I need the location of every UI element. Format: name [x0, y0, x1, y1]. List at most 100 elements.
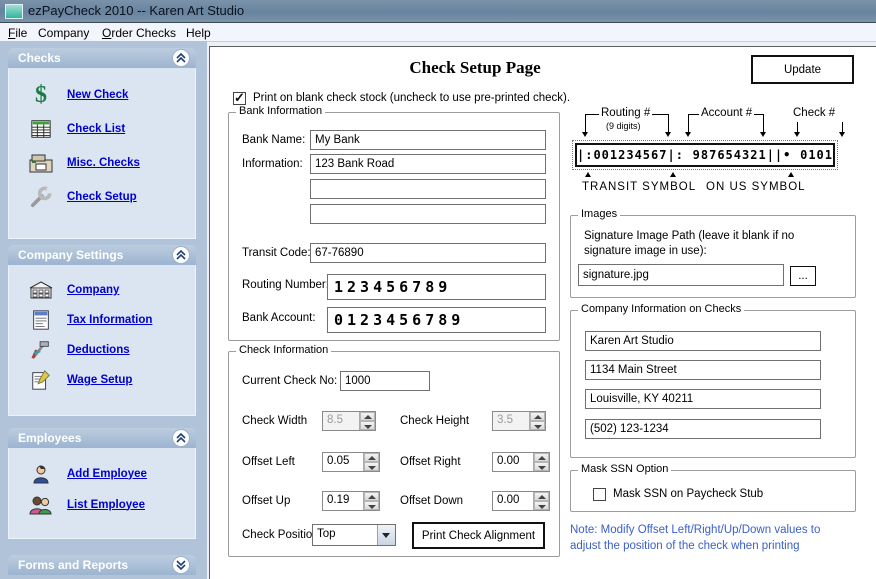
- stepper-up-icon[interactable]: [364, 492, 379, 501]
- micr-line: |:001234567|:987654321||•0101: [575, 143, 835, 167]
- stepper-up-icon[interactable]: [530, 412, 545, 421]
- company-street-input[interactable]: [585, 360, 821, 380]
- offset-right-stepper[interactable]: 0.00: [492, 452, 550, 472]
- company-phone-input[interactable]: [585, 419, 821, 439]
- offset-left-stepper[interactable]: 0.05: [322, 452, 380, 472]
- stepper-up-icon[interactable]: [534, 453, 549, 462]
- sidebar-item-misc-checks[interactable]: Misc. Checks: [9, 146, 195, 180]
- sidebar-item-check-setup[interactable]: Check Setup: [9, 180, 195, 214]
- sidebar-item-label[interactable]: Wage Setup: [67, 374, 132, 386]
- account-callout-label: Account #: [699, 107, 754, 119]
- transit-code-label: Transit Code:: [242, 247, 311, 259]
- stepper-down-icon[interactable]: [364, 462, 379, 471]
- bank-account-micr-field[interactable]: 0123456789: [327, 307, 546, 333]
- collapse-chevron-icon[interactable]: [172, 429, 190, 447]
- check-width-stepper[interactable]: 8.5: [322, 411, 376, 431]
- offset-down-stepper[interactable]: 0.00: [492, 491, 550, 511]
- tax-document-icon: [25, 307, 57, 333]
- arrow-up-icon: [788, 172, 794, 177]
- stepper-up-icon[interactable]: [360, 412, 375, 421]
- sidebar-item-label[interactable]: Deductions: [67, 344, 130, 356]
- stepper-down-icon[interactable]: [530, 421, 545, 430]
- print-blank-checkbox[interactable]: [233, 92, 246, 105]
- sidebar-item-label[interactable]: Misc. Checks: [67, 157, 140, 169]
- sidebar-item-add-employee[interactable]: Add Employee: [9, 458, 195, 489]
- browse-button[interactable]: ...: [790, 266, 816, 286]
- bank-information-input-1[interactable]: [310, 154, 546, 174]
- dropdown-arrow-icon[interactable]: [377, 525, 395, 545]
- check-position-dropdown[interactable]: Top: [312, 524, 396, 546]
- check-position-label: Check Position: [242, 529, 319, 541]
- sidebar-item-deductions[interactable]: Deductions: [9, 335, 195, 365]
- building-icon: [25, 277, 57, 303]
- sidebar-section-forms-reports: Forms and Reports: [8, 555, 196, 575]
- company-name-input[interactable]: [585, 331, 821, 351]
- arrow-down-icon: [760, 132, 766, 137]
- sidebar-item-company[interactable]: Company: [9, 275, 195, 305]
- sidebar-section-checks: Checks $ New Check Check List: [8, 48, 196, 239]
- signature-path-input[interactable]: [578, 264, 784, 286]
- stepper-down-icon[interactable]: [534, 462, 549, 471]
- signature-path-hint-line2: signature image in use):: [584, 245, 707, 257]
- print-check-alignment-button[interactable]: Print Check Alignment: [412, 522, 545, 549]
- stepper-up-icon[interactable]: [534, 492, 549, 501]
- bank-information-input-2[interactable]: [310, 179, 546, 199]
- sidebar-item-tax-information[interactable]: Tax Information: [9, 305, 195, 335]
- sidebar-item-label[interactable]: Tax Information: [67, 314, 152, 326]
- stepper-down-icon[interactable]: [534, 501, 549, 510]
- onus-symbol: ||•: [767, 148, 792, 162]
- offset-note-line1: Note: Modify Offset Left/Right/Up/Down v…: [570, 524, 820, 536]
- transit-code-input[interactable]: [310, 243, 546, 263]
- sidebar-item-label[interactable]: List Employee: [67, 499, 145, 511]
- sidebar-item-wage-setup[interactable]: Wage Setup: [9, 365, 195, 395]
- current-check-no-input[interactable]: [340, 371, 430, 391]
- sidebar-section-company-settings: Company Settings Company Tax Information: [8, 245, 196, 416]
- menu-order-checks[interactable]: Order Checks: [98, 25, 180, 41]
- section-header-employees[interactable]: Employees: [8, 428, 196, 448]
- sidebar-item-label[interactable]: Check Setup: [67, 191, 137, 203]
- offset-note-line2: adjust the position of the check when pr…: [570, 540, 800, 552]
- collapse-chevron-icon[interactable]: [172, 246, 190, 264]
- offset-up-label: Offset Up: [242, 495, 290, 507]
- signature-path-hint-line1: Signature Image Path (leave it blank if …: [584, 230, 794, 242]
- title-bar[interactable]: ezPayCheck 2010 -- Karen Art Studio: [0, 0, 876, 23]
- arrow-down-icon: [685, 132, 691, 137]
- stepper-down-icon[interactable]: [364, 501, 379, 510]
- company-city-input[interactable]: [585, 389, 821, 409]
- routing-callout-label: Routing #: [599, 107, 652, 119]
- check-width-label: Check Width: [242, 415, 307, 427]
- offset-up-stepper[interactable]: 0.19: [322, 491, 380, 511]
- menu-file[interactable]: File: [4, 25, 31, 41]
- section-body-employees: Add Employee List Employee: [8, 448, 196, 539]
- collapse-chevron-icon[interactable]: [172, 49, 190, 67]
- sidebar-item-list-employee[interactable]: List Employee: [9, 489, 195, 520]
- dollar-icon: $: [25, 82, 57, 108]
- section-header-forms-reports[interactable]: Forms and Reports: [8, 555, 196, 575]
- transit-symbol: |:: [667, 148, 683, 162]
- section-header-checks[interactable]: Checks: [8, 48, 196, 68]
- offset-right-label: Offset Right: [400, 456, 461, 468]
- menu-help[interactable]: Help: [182, 25, 215, 41]
- sidebar-item-label[interactable]: Add Employee: [67, 468, 147, 480]
- bank-name-input[interactable]: [310, 130, 546, 150]
- mask-ssn-checkbox[interactable]: [593, 488, 606, 501]
- expand-chevron-icon[interactable]: [172, 556, 190, 574]
- notepad-icon: [25, 367, 57, 393]
- stepper-up-icon[interactable]: [364, 453, 379, 462]
- routing-number-micr-field[interactable]: 123456789: [327, 274, 546, 300]
- menu-company[interactable]: Company: [34, 25, 93, 41]
- group-title: Company Information on Checks: [578, 303, 744, 315]
- bank-information-input-3[interactable]: [310, 204, 546, 224]
- stepper-value: 0.00: [493, 492, 533, 510]
- sidebar-item-label[interactable]: New Check: [67, 89, 128, 101]
- sidebar-item-check-list[interactable]: Check List: [9, 112, 195, 146]
- sidebar-item-label[interactable]: Company: [67, 284, 119, 296]
- stepper-down-icon[interactable]: [360, 421, 375, 430]
- section-header-company-settings[interactable]: Company Settings: [8, 245, 196, 265]
- check-height-stepper[interactable]: 3.5: [492, 411, 546, 431]
- sidebar-item-label[interactable]: Check List: [67, 123, 125, 135]
- update-button[interactable]: Update: [751, 55, 854, 84]
- bank-name-label: Bank Name:: [242, 134, 305, 146]
- sidebar-item-new-check[interactable]: $ New Check: [9, 78, 195, 112]
- routing-digits: 001234567: [593, 148, 667, 162]
